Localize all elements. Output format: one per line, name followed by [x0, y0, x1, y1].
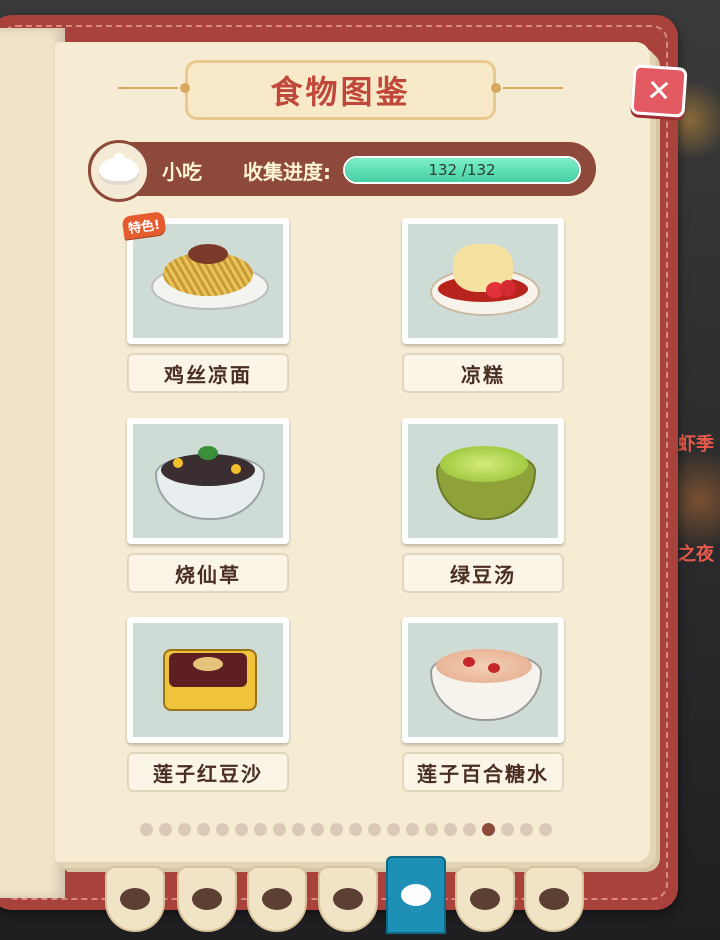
- page-dot[interactable]: [159, 823, 172, 836]
- page-dot[interactable]: [349, 823, 362, 836]
- food-image: [127, 617, 289, 743]
- drink-icon: [470, 888, 500, 910]
- category-tab[interactable]: [177, 866, 237, 932]
- food-image: [402, 617, 564, 743]
- wok-icon: [120, 888, 150, 910]
- page-dot[interactable]: [482, 823, 495, 836]
- page-dot[interactable]: [463, 823, 476, 836]
- food-card[interactable]: 莲子红豆沙: [127, 617, 289, 792]
- category-tab[interactable]: [524, 866, 584, 932]
- bun-icon: [401, 884, 431, 906]
- side-event-label-2: 之夜: [678, 544, 714, 565]
- category-tab-bar: [0, 856, 720, 940]
- food-name: 莲子百合糖水: [402, 752, 564, 792]
- rice-bowl-icon: [539, 888, 569, 910]
- close-icon: ✕: [645, 72, 673, 110]
- page-dot[interactable]: [254, 823, 267, 836]
- food-card[interactable]: 烧仙草: [127, 418, 289, 593]
- food-image: [127, 418, 289, 544]
- food-image: [402, 418, 564, 544]
- progress-text: 132 /132: [428, 161, 496, 179]
- page-dot[interactable]: [444, 823, 457, 836]
- food-name: 绿豆汤: [402, 553, 564, 593]
- page-dot[interactable]: [387, 823, 400, 836]
- category-tab[interactable]: [455, 866, 515, 932]
- page-dot[interactable]: [178, 823, 191, 836]
- food-name: 莲子红豆沙: [127, 752, 289, 792]
- page-dot[interactable]: [406, 823, 419, 836]
- food-name: 凉糕: [402, 353, 564, 393]
- page-dot[interactable]: [501, 823, 514, 836]
- category-tab[interactable]: [318, 866, 378, 932]
- food-image: [127, 218, 289, 344]
- close-button[interactable]: ✕: [630, 64, 688, 118]
- page-dot[interactable]: [330, 823, 343, 836]
- food-card[interactable]: 凉糕: [402, 218, 564, 393]
- page-dot[interactable]: [216, 823, 229, 836]
- progress-label: 收集进度:: [243, 160, 331, 184]
- category-tab[interactable]: [105, 866, 165, 932]
- steamed-bun-icon: [88, 140, 150, 202]
- fish-icon: [333, 888, 363, 910]
- food-card[interactable]: 特色! 鸡丝凉面: [121, 211, 289, 393]
- food-card[interactable]: 莲子百合糖水: [402, 617, 564, 792]
- page-dot[interactable]: [311, 823, 324, 836]
- category-tab[interactable]: [386, 856, 446, 934]
- page-dot[interactable]: [273, 823, 286, 836]
- broccoli-icon: [262, 888, 292, 910]
- category-tab[interactable]: [247, 866, 307, 932]
- category-name: 小吃: [162, 160, 202, 184]
- page-dot[interactable]: [425, 823, 438, 836]
- drumstick-icon: [192, 888, 222, 910]
- title-banner: 食物图鉴: [118, 60, 563, 120]
- pagination: [140, 823, 552, 836]
- page-dot[interactable]: [235, 823, 248, 836]
- food-name: 鸡丝凉面: [127, 353, 289, 393]
- side-event-label: 虾季: [678, 434, 714, 455]
- food-card[interactable]: 绿豆汤: [402, 418, 564, 593]
- page-dot[interactable]: [292, 823, 305, 836]
- progress-bar: 132 /132: [343, 156, 581, 184]
- page-dot[interactable]: [368, 823, 381, 836]
- food-image: [402, 218, 564, 344]
- page-dot[interactable]: [140, 823, 153, 836]
- page-dot[interactable]: [197, 823, 210, 836]
- food-name: 烧仙草: [127, 553, 289, 593]
- page-dot[interactable]: [520, 823, 533, 836]
- page-title: 食物图鉴: [270, 73, 411, 111]
- page-dot[interactable]: [539, 823, 552, 836]
